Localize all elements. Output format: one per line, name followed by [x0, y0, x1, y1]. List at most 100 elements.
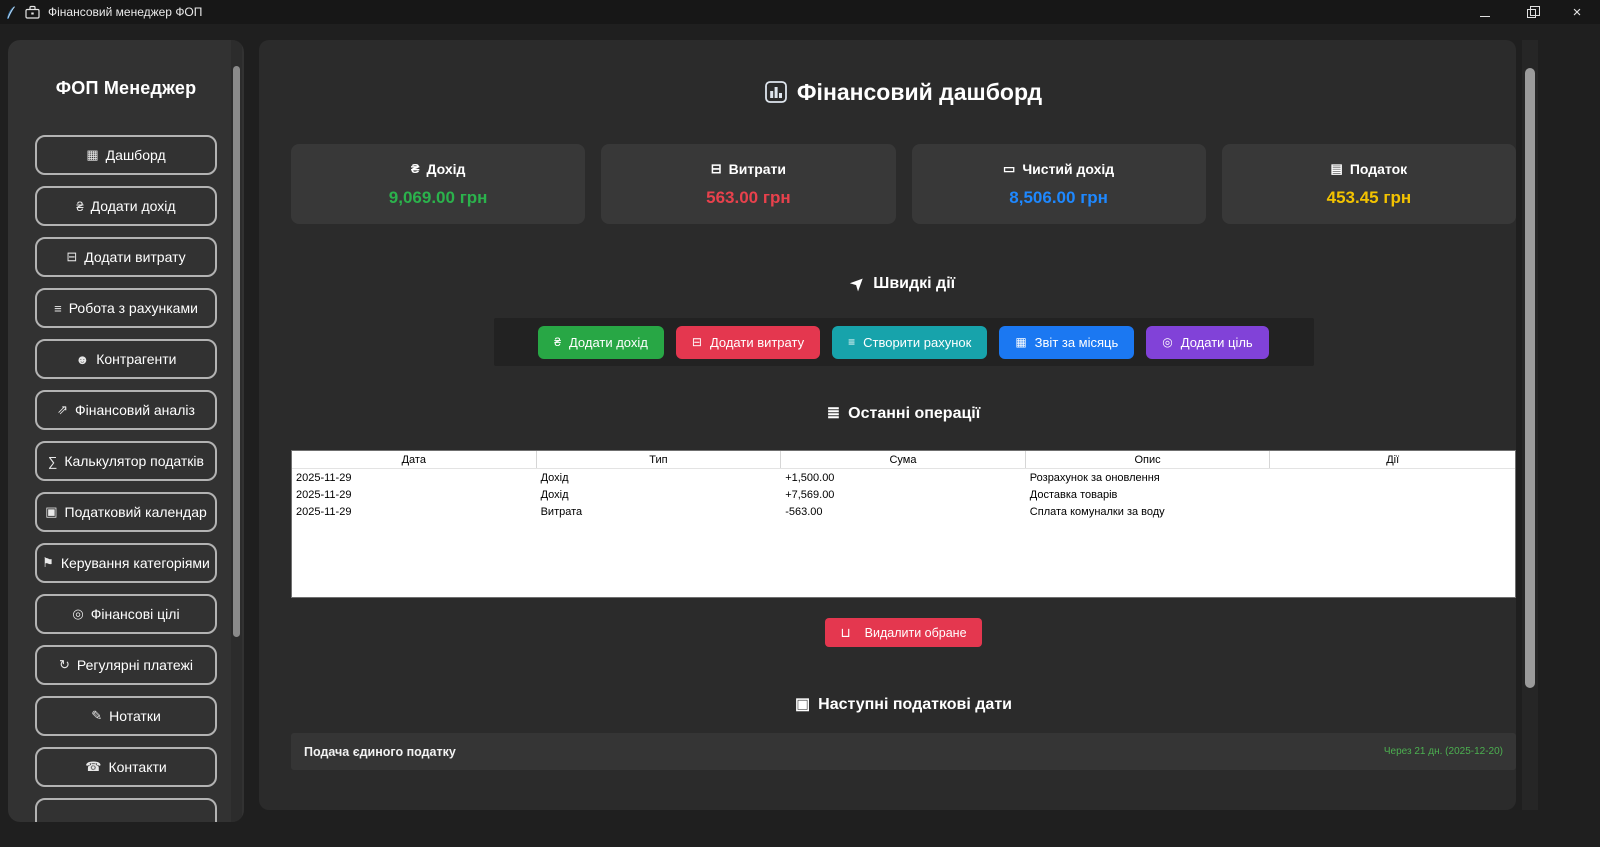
main-scrollbar-thumb[interactable] — [1525, 68, 1535, 688]
stat-label: Дохід — [426, 160, 466, 177]
users-icon: ☻ — [75, 351, 90, 367]
tax-dates-title: ▣ Наступні податкові дати — [795, 696, 1012, 713]
stat-card-expenses: ⊟ Витрати 563.00 грн — [601, 144, 896, 224]
page-title: Фінансовий дашборд — [291, 78, 1516, 106]
sidebar-item-label: Нотатки — [109, 708, 161, 724]
sidebar-item-label: Контрагенти — [96, 351, 177, 367]
sidebar-item-notes[interactable]: ✎ Нотатки — [35, 696, 217, 736]
minimize-button[interactable] — [1462, 0, 1508, 24]
stat-value-net-income: 8,506.00 грн — [1009, 187, 1108, 207]
sidebar-item-analysis[interactable]: ⇗ Фінансовий аналіз — [35, 390, 217, 430]
sidebar-item-label: Робота з рахунками — [68, 300, 198, 316]
clipboard-icon: ≣ — [826, 405, 841, 422]
stat-card-income: ₴ Дохід 9,069.00 грн — [291, 144, 586, 224]
target-icon: ◎ — [72, 606, 84, 621]
sidebar-item-label: Податковий календар — [64, 504, 207, 520]
delete-selected-button[interactable]: ⊔ Видалити обране — [825, 618, 982, 647]
stat-label: Витрати — [728, 160, 787, 177]
stat-value-income: 9,069.00 грн — [388, 187, 488, 207]
quick-create-invoice-button[interactable]: ≡ Створити рахунок — [832, 325, 988, 359]
sidebar-item-categories[interactable]: ⚑ Керування категоріями — [35, 543, 217, 583]
sidebar-item-clipped[interactable] — [35, 798, 217, 822]
quick-add-expense-button[interactable]: ⊟ Додати витрату — [675, 325, 821, 359]
window-title: Фінансовий менеджер ФОП — [48, 5, 203, 19]
banknote-icon: ▭ — [1003, 160, 1016, 176]
tax-date-due: Через 21 дн. (2025-12-20) — [1383, 746, 1503, 757]
sidebar-item-label: Контакти — [108, 759, 167, 775]
sidebar-item-label: Дашборд — [105, 147, 166, 163]
stat-label: Чистий дохід — [1022, 160, 1115, 177]
sidebar-item-tax-calendar[interactable]: ▣ Податковий календар — [35, 492, 217, 532]
rocket-icon: ➤ — [847, 272, 869, 295]
sidebar-item-invoices[interactable]: ≡ Робота з рахунками — [35, 288, 217, 328]
table-row[interactable]: 2025-11-29 Дохід +7,569.00 Доставка това… — [292, 486, 1515, 503]
sidebar-item-label: Регулярні платежі — [76, 657, 194, 673]
target-icon: ◎ — [1162, 335, 1173, 349]
stat-value-expenses: 563.00 грн — [706, 187, 791, 207]
column-header-amount[interactable]: Сума — [781, 451, 1026, 468]
tag-icon: ⚑ — [42, 555, 54, 570]
chart-up-icon: ⇗ — [57, 402, 68, 417]
bar-chart-icon: ▦ — [1015, 335, 1027, 349]
sidebar-item-dashboard[interactable]: ▦ Дашборд — [35, 135, 217, 175]
dashboard-chart-icon — [765, 81, 787, 103]
sidebar-item-label: Додати дохід — [90, 198, 176, 214]
calculator-icon: ∑ — [48, 453, 58, 469]
table-row[interactable]: 2025-11-29 Витрата -563.00 Сплата комуна… — [292, 503, 1515, 520]
receipt-icon: ▤ — [1330, 160, 1343, 176]
operations-table: Дата Тип Сума Опис Дії 2025-11-29 Дохід … — [291, 450, 1516, 598]
repeat-icon: ↻ — [58, 657, 70, 672]
sidebar: ФОП Менеджер ▦ Дашборд ₴ Додати дохід ⊟ … — [8, 40, 244, 822]
money-bag-icon: ₴ — [76, 198, 84, 214]
tax-date-item: Подача єдиного податку Через 21 дн. (202… — [291, 733, 1516, 770]
invoice-icon: ≡ — [848, 335, 856, 349]
operations-title: ≣ Останні операції — [826, 405, 981, 422]
sidebar-item-recurring[interactable]: ↻ Регулярні платежі — [35, 645, 217, 685]
close-button[interactable]: × — [1554, 0, 1600, 24]
sidebar-item-label: Керування категоріями — [60, 555, 210, 571]
credit-card-icon: ⊟ — [66, 249, 78, 264]
quick-add-goal-button[interactable]: ◎ Додати ціль — [1146, 325, 1269, 359]
quick-add-income-button[interactable]: ₴ Додати дохід — [538, 325, 664, 359]
quick-month-report-button[interactable]: ▦ Звіт за місяць — [999, 325, 1135, 359]
phone-icon: ☎ — [85, 759, 102, 774]
credit-card-icon: ⊟ — [691, 335, 702, 349]
calendar-icon: ▣ — [795, 696, 811, 713]
sidebar-item-goals[interactable]: ◎ Фінансові цілі — [35, 594, 217, 634]
briefcase-icon — [25, 5, 40, 19]
table-header: Дата Тип Сума Опис Дії — [292, 451, 1515, 469]
sidebar-item-label: Фінансовий аналіз — [74, 402, 195, 418]
trash-icon: ⊔ — [840, 624, 851, 640]
note-icon: ✎ — [91, 708, 103, 723]
tax-date-name: Подача єдиного податку — [304, 744, 456, 759]
invoice-icon: ≡ — [54, 300, 62, 316]
sidebar-item-add-expense[interactable]: ⊟ Додати витрату — [35, 237, 217, 277]
sidebar-item-contacts[interactable]: ☎ Контакти — [35, 747, 217, 787]
sidebar-item-label: Додати витрату — [84, 249, 186, 265]
quick-actions-strip: ₴ Додати дохід ⊟ Додати витрату ≡ Створи… — [493, 318, 1314, 366]
restore-button[interactable] — [1508, 0, 1554, 24]
sidebar-scrollbar-thumb[interactable] — [233, 66, 240, 637]
column-header-type[interactable]: Тип — [537, 451, 782, 468]
close-icon: × — [1572, 3, 1582, 21]
sidebar-item-tax-calculator[interactable]: ∑ Калькулятор податків — [35, 441, 217, 481]
stat-cards-row: ₴ Дохід 9,069.00 грн ⊟ Витрати 563.00 гр… — [291, 144, 1516, 224]
money-bag-icon: ₴ — [410, 161, 420, 176]
sidebar-item-counterparties[interactable]: ☻ Контрагенти — [35, 339, 217, 379]
main-panel: Фінансовий дашборд ₴ Дохід 9,069.00 грн … — [259, 40, 1516, 810]
column-header-actions[interactable]: Дії — [1270, 451, 1515, 468]
title-bar: Фінансовий менеджер ФОП × — [0, 0, 1600, 24]
restore-icon — [1526, 6, 1540, 18]
stat-card-tax: ▤ Податок 453.45 грн — [1221, 144, 1516, 224]
column-header-description[interactable]: Опис — [1026, 451, 1271, 468]
stat-card-net-income: ▭ Чистий дохід 8,506.00 грн — [911, 144, 1206, 224]
sidebar-item-add-income[interactable]: ₴ Додати дохід — [35, 186, 217, 226]
money-bag-icon: ₴ — [554, 335, 561, 349]
column-header-date[interactable]: Дата — [292, 451, 537, 468]
quick-actions-title: ➤ Швидкі дії — [847, 272, 956, 295]
table-row[interactable]: 2025-11-29 Дохід +1,500.00 Розрахунок за… — [292, 469, 1515, 486]
sidebar-item-label: Калькулятор податків — [64, 453, 204, 469]
feather-icon — [5, 5, 16, 20]
sidebar-title: ФОП Менеджер — [55, 78, 197, 98]
minimize-icon — [1480, 15, 1490, 17]
